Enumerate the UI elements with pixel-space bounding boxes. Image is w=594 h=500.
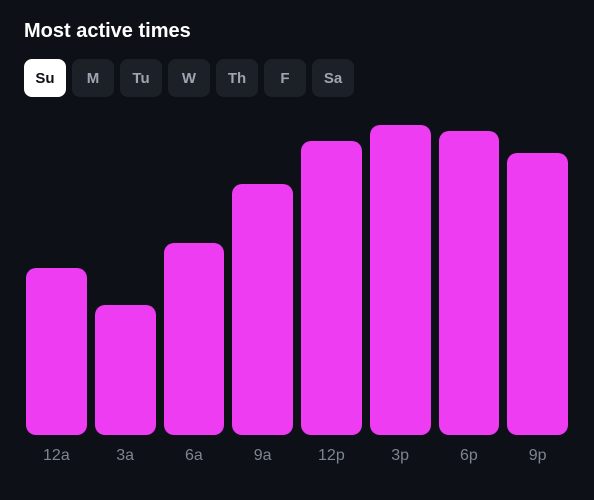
day-tabs: Su M Tu W Th F Sa [24, 59, 570, 97]
page-title: Most active times [24, 20, 570, 43]
bar-12p [301, 141, 362, 436]
xlabel-6p: 6p [439, 447, 500, 465]
day-tab-su[interactable]: Su [24, 59, 66, 97]
bar-6p [439, 131, 500, 435]
bar-3a [95, 305, 156, 435]
activity-chart: 12a 3a 6a 9a 12p 3p 6p 9p [24, 125, 570, 465]
day-tab-w[interactable]: W [168, 59, 210, 97]
day-tab-f[interactable]: F [264, 59, 306, 97]
bar-9a [232, 184, 293, 435]
chart-xaxis: 12a 3a 6a 9a 12p 3p 6p 9p [24, 447, 570, 465]
day-tab-sa[interactable]: Sa [312, 59, 354, 97]
xlabel-9a: 9a [232, 447, 293, 465]
bar-6a [164, 243, 225, 435]
xlabel-3a: 3a [95, 447, 156, 465]
bar-12a [26, 268, 87, 435]
bar-3p [370, 125, 431, 435]
xlabel-12a: 12a [26, 447, 87, 465]
day-tab-th[interactable]: Th [216, 59, 258, 97]
chart-bars [24, 125, 570, 435]
xlabel-12p: 12p [301, 447, 362, 465]
xlabel-9p: 9p [507, 447, 568, 465]
xlabel-6a: 6a [164, 447, 225, 465]
day-tab-tu[interactable]: Tu [120, 59, 162, 97]
day-tab-m[interactable]: M [72, 59, 114, 97]
bar-9p [507, 153, 568, 435]
xlabel-3p: 3p [370, 447, 431, 465]
